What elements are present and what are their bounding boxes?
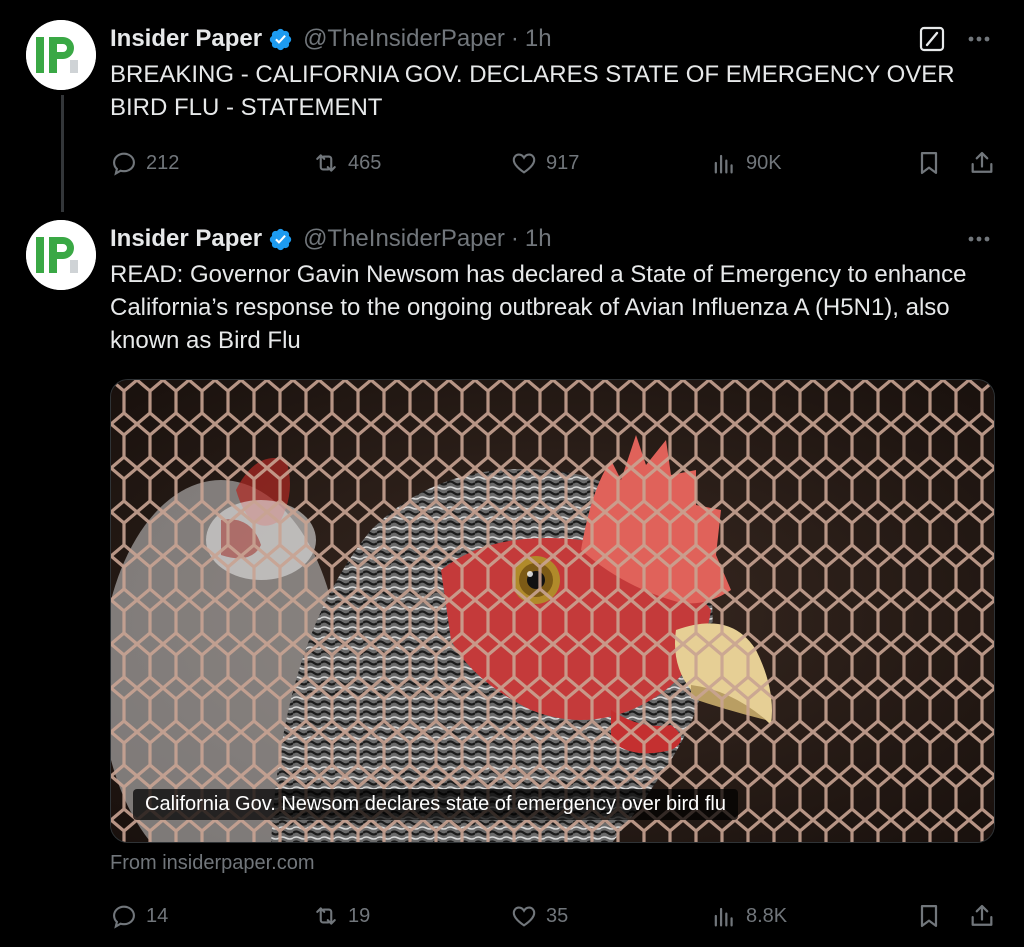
tweet-actions: 14 19 35 8.8K: [110, 898, 995, 934]
verified-badge-icon: [268, 227, 293, 252]
like-button[interactable]: 917: [510, 145, 579, 181]
retweet-button[interactable]: 19: [312, 898, 370, 934]
reply-count: 14: [146, 904, 169, 927]
separator: ·: [510, 25, 519, 52]
tweet-top-actions: [918, 24, 994, 54]
retweet-button[interactable]: 465: [312, 145, 381, 181]
more-options-icon[interactable]: [964, 24, 994, 54]
tweet-header: Insider Paper @TheInsiderPaper · 1h: [110, 24, 552, 54]
media-caption: California Gov. Newsom declares state of…: [133, 789, 738, 820]
share-icon: [968, 902, 996, 930]
share-icon: [968, 149, 996, 177]
like-count: 35: [546, 904, 569, 927]
views-count: 90K: [746, 151, 782, 174]
retweet-icon: [312, 149, 348, 177]
timestamp[interactable]: 1h: [525, 225, 552, 253]
share-button[interactable]: [968, 145, 996, 181]
insider-paper-logo-icon: [26, 20, 96, 90]
verified-badge-icon: [268, 27, 293, 52]
views-count: 8.8K: [746, 904, 788, 927]
author-name[interactable]: Insider Paper: [110, 25, 262, 53]
retweet-count: 19: [348, 904, 371, 927]
reply-count: 212: [146, 151, 180, 174]
separator: ·: [510, 225, 519, 252]
tweet-header: Insider Paper @TheInsiderPaper · 1h: [110, 224, 552, 254]
thread-line: [61, 95, 64, 212]
retweet-icon: [312, 902, 348, 930]
bookmark-icon: [915, 902, 943, 930]
timestamp[interactable]: 1h: [525, 25, 552, 53]
avatar[interactable]: [26, 220, 96, 290]
share-button[interactable]: [968, 898, 996, 934]
avatar[interactable]: [26, 20, 96, 90]
more-options-icon[interactable]: [964, 224, 994, 254]
heart-icon: [510, 902, 546, 930]
chicken-photo: [111, 380, 994, 842]
insider-paper-logo-icon: [26, 220, 96, 290]
tweet-top-actions: [964, 224, 994, 254]
like-button[interactable]: 35: [510, 898, 568, 934]
retweet-count: 465: [348, 151, 382, 174]
reply-icon: [110, 149, 146, 177]
tweet-actions: 212 465 917 90K: [110, 145, 995, 181]
tweet-1[interactable]: Insider Paper @TheInsiderPaper · 1h BREA…: [0, 0, 1024, 212]
author-handle[interactable]: @TheInsiderPaper: [303, 25, 505, 53]
reply-button[interactable]: 212: [110, 145, 179, 181]
reply-button[interactable]: 14: [110, 898, 168, 934]
views-icon: [710, 149, 746, 177]
grok-icon[interactable]: [918, 25, 946, 53]
author-handle[interactable]: @TheInsiderPaper: [303, 225, 505, 253]
bookmark-button[interactable]: [915, 145, 943, 181]
views-icon: [710, 902, 746, 930]
views-button[interactable]: 90K: [710, 145, 782, 181]
views-button[interactable]: 8.8K: [710, 898, 787, 934]
reply-icon: [110, 902, 146, 930]
like-count: 917: [546, 151, 580, 174]
bookmark-button[interactable]: [915, 898, 943, 934]
tweet-text: READ: Governor Gavin Newsom has declared…: [110, 261, 967, 354]
bookmark-icon: [915, 149, 943, 177]
author-name[interactable]: Insider Paper: [110, 225, 262, 253]
media-card[interactable]: California Gov. Newsom declares state of…: [110, 379, 995, 843]
heart-icon: [510, 149, 546, 177]
tweet-text: BREAKING - CALIFORNIA GOV. DECLARES STAT…: [110, 61, 955, 121]
card-source-link[interactable]: From insiderpaper.com: [110, 852, 315, 875]
